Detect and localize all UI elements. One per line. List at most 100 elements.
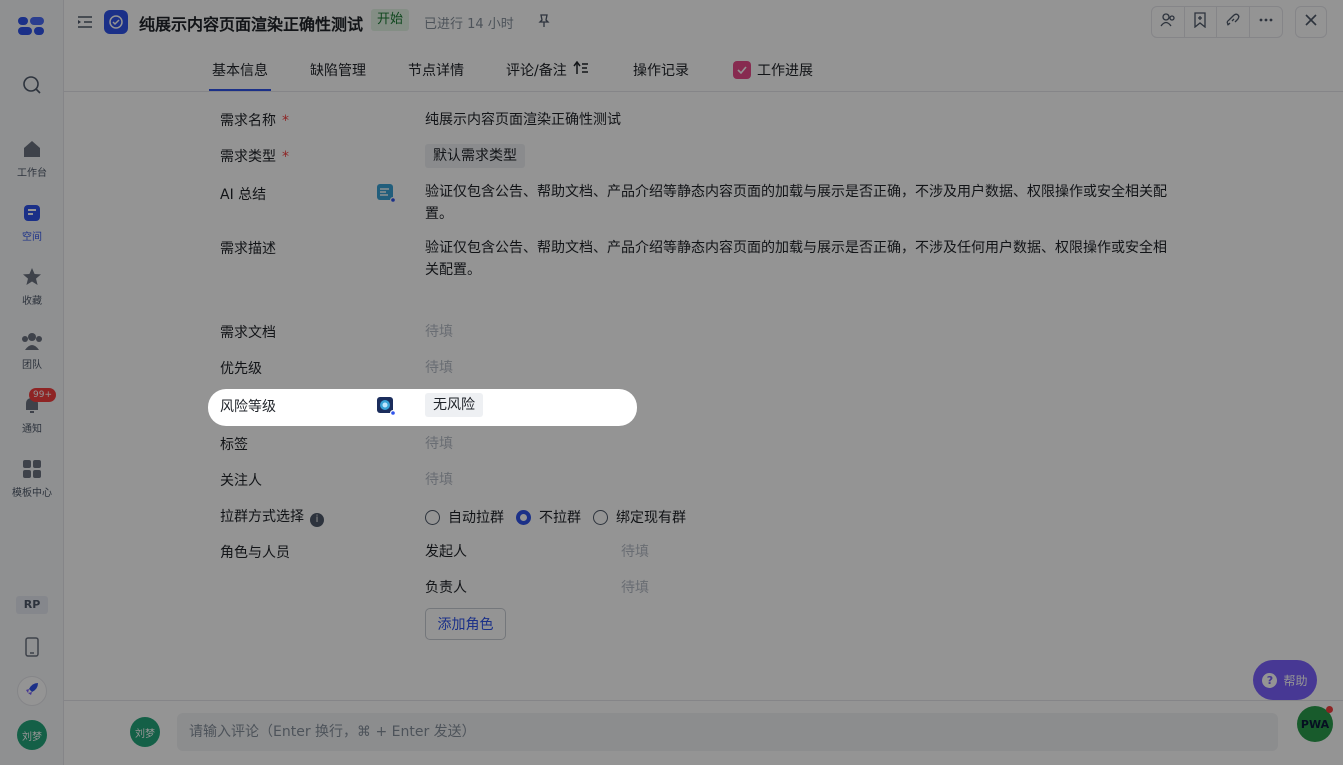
role-name: 发起人: [425, 544, 467, 560]
close-icon: [1304, 13, 1318, 31]
tags-value[interactable]: 待填: [425, 433, 453, 455]
members-icon: [1160, 12, 1176, 32]
field-label: 拉群方式选择 i: [220, 506, 324, 527]
team-icon: [21, 330, 43, 352]
notification-badge: 99+: [29, 388, 56, 402]
radio-no-group[interactable]: 不拉群: [516, 507, 581, 527]
tab-operation-log[interactable]: 操作记录: [633, 60, 689, 80]
tab-label: 基本信息: [212, 63, 268, 79]
sidebar-item-mobile[interactable]: [0, 636, 64, 658]
sidebar-item-label: 通知: [22, 424, 42, 435]
field-label: AI 总结: [220, 187, 267, 203]
bookmark-button[interactable]: [1185, 7, 1217, 37]
sidebar-item-label: 团队: [22, 360, 42, 371]
more-button[interactable]: [1250, 7, 1282, 37]
sidebar-item-search[interactable]: [0, 74, 64, 96]
pwa-button[interactable]: PWA: [1297, 706, 1333, 742]
sidebar-item-label: 工作台: [17, 168, 47, 179]
help-button[interactable]: ? 帮助: [1253, 660, 1317, 700]
home-icon: [21, 138, 43, 160]
field-label: 风险等级: [220, 399, 276, 415]
sidebar-item-label: 模板中心: [12, 488, 52, 499]
sidebar-item-templates[interactable]: 模板中心: [0, 458, 64, 499]
rocket-icon: [24, 681, 40, 701]
status-badge[interactable]: 开始: [371, 9, 410, 31]
tab-node-details[interactable]: 节点详情: [408, 60, 464, 80]
app-logo[interactable]: [16, 14, 48, 38]
risk-level-value[interactable]: 无风险: [425, 393, 483, 417]
pwa-label: PWA: [1300, 717, 1330, 731]
page-title: 纯展示内容页面渲染正确性测试: [139, 15, 364, 34]
comment-avatar: 刘梦: [130, 717, 160, 747]
pin-icon[interactable]: [536, 13, 552, 29]
group-mode-radio-group: 自动拉群 不拉群 绑定现有群: [425, 507, 686, 527]
tab-basic-info[interactable]: 基本信息: [212, 60, 268, 80]
sidebar-item-team[interactable]: 团队: [0, 330, 64, 371]
ai-summary-value: 验证仅包含公告、帮助文档、产品介绍等静态内容页面的加载与展示是否正确，不涉及用户…: [425, 184, 1167, 222]
tab-label: 评论/备注: [506, 63, 567, 79]
add-role-button[interactable]: 添加角色: [425, 608, 506, 640]
field-label: 需求描述: [220, 241, 276, 257]
template-icon: [21, 458, 43, 480]
sort-icon[interactable]: [573, 60, 589, 79]
header-actions: [1151, 6, 1283, 38]
tab-comments[interactable]: 评论/备注: [506, 60, 589, 80]
document-value[interactable]: 待填: [425, 321, 453, 343]
tab-defects[interactable]: 缺陷管理: [310, 60, 366, 80]
members-button[interactable]: [1152, 7, 1185, 37]
field-label: 关注人: [220, 473, 262, 489]
radio-label: 不拉群: [539, 510, 581, 526]
elapsed-time: 已进行 14 小时: [424, 17, 514, 32]
basic-info-panel: 需求名称 * 纯展示内容页面渲染正确性测试 需求类型 * 默认需求类型 AI 总结 …: [64, 92, 1343, 700]
copy-link-button[interactable]: [1217, 7, 1250, 37]
close-button[interactable]: [1295, 6, 1327, 38]
bookmark-icon: [1193, 12, 1207, 32]
tab-work-progress[interactable]: 工作进展: [733, 60, 813, 80]
work-progress-icon: [733, 61, 751, 79]
risk-ai-icon[interactable]: [376, 396, 396, 416]
top-bar: 纯展示内容页面渲染正确性测试 开始 已进行 14 小时: [64, 0, 1343, 44]
comment-input[interactable]: [177, 713, 1278, 751]
active-tab-indicator: [209, 89, 271, 91]
risk-level-tag: 无风险: [425, 393, 483, 417]
sidebar-item-workbench[interactable]: 工作台: [0, 138, 64, 179]
requirement-type-value[interactable]: 默认需求类型: [425, 144, 525, 168]
radio-label: 绑定现有群: [616, 510, 686, 526]
role-value[interactable]: 待填: [621, 577, 649, 599]
sidebar-item-favorites[interactable]: 收藏: [0, 266, 64, 307]
info-icon[interactable]: i: [310, 512, 324, 527]
user-avatar[interactable]: 刘梦: [17, 720, 47, 750]
field-label: 角色与人员: [220, 545, 290, 561]
radio-circle: [425, 509, 440, 525]
priority-value[interactable]: 待填: [425, 357, 453, 379]
followers-value[interactable]: 待填: [425, 469, 453, 491]
sidebar-item-label: 空间: [22, 232, 42, 243]
sidebar: 工作台 空间 收藏 团队 99+ 通知 模板中心 RP 刘梦: [0, 0, 64, 765]
radio-auto-group[interactable]: 自动拉群: [425, 507, 504, 527]
sidebar-item-notifications[interactable]: 99+ 通知: [0, 388, 64, 435]
requirement-name-value[interactable]: 纯展示内容页面渲染正确性测试: [425, 109, 621, 131]
pwa-notification-dot: [1326, 706, 1333, 713]
description-value[interactable]: 验证仅包含公告、帮助文档、产品介绍等静态内容页面的加载与展示是否正确，不涉及任何…: [425, 237, 1175, 281]
radio-bind-existing-group[interactable]: 绑定现有群: [593, 507, 686, 527]
field-label: 需求文档: [220, 325, 276, 341]
role-value[interactable]: 待填: [621, 541, 649, 563]
link-icon: [1225, 12, 1241, 32]
requirement-type-tag: 默认需求类型: [425, 144, 525, 168]
mobile-icon: [21, 636, 43, 658]
radio-circle: [516, 509, 531, 525]
ai-summary-icon[interactable]: [376, 183, 396, 203]
search-icon: [21, 74, 43, 96]
space-icon: [21, 202, 43, 224]
field-label: 标签: [220, 437, 248, 453]
tab-label: 节点详情: [408, 63, 464, 79]
question-icon: ?: [1262, 672, 1278, 688]
radio-circle: [593, 509, 608, 525]
field-label: 需求类型 *: [220, 149, 289, 165]
workspace-badge[interactable]: RP: [16, 596, 48, 614]
collapse-icon[interactable]: [76, 13, 94, 31]
rocket-button[interactable]: [17, 676, 47, 706]
tab-label: 工作进展: [757, 63, 813, 79]
sidebar-item-space[interactable]: 空间: [0, 202, 64, 243]
field-label: 需求名称 *: [220, 113, 289, 129]
